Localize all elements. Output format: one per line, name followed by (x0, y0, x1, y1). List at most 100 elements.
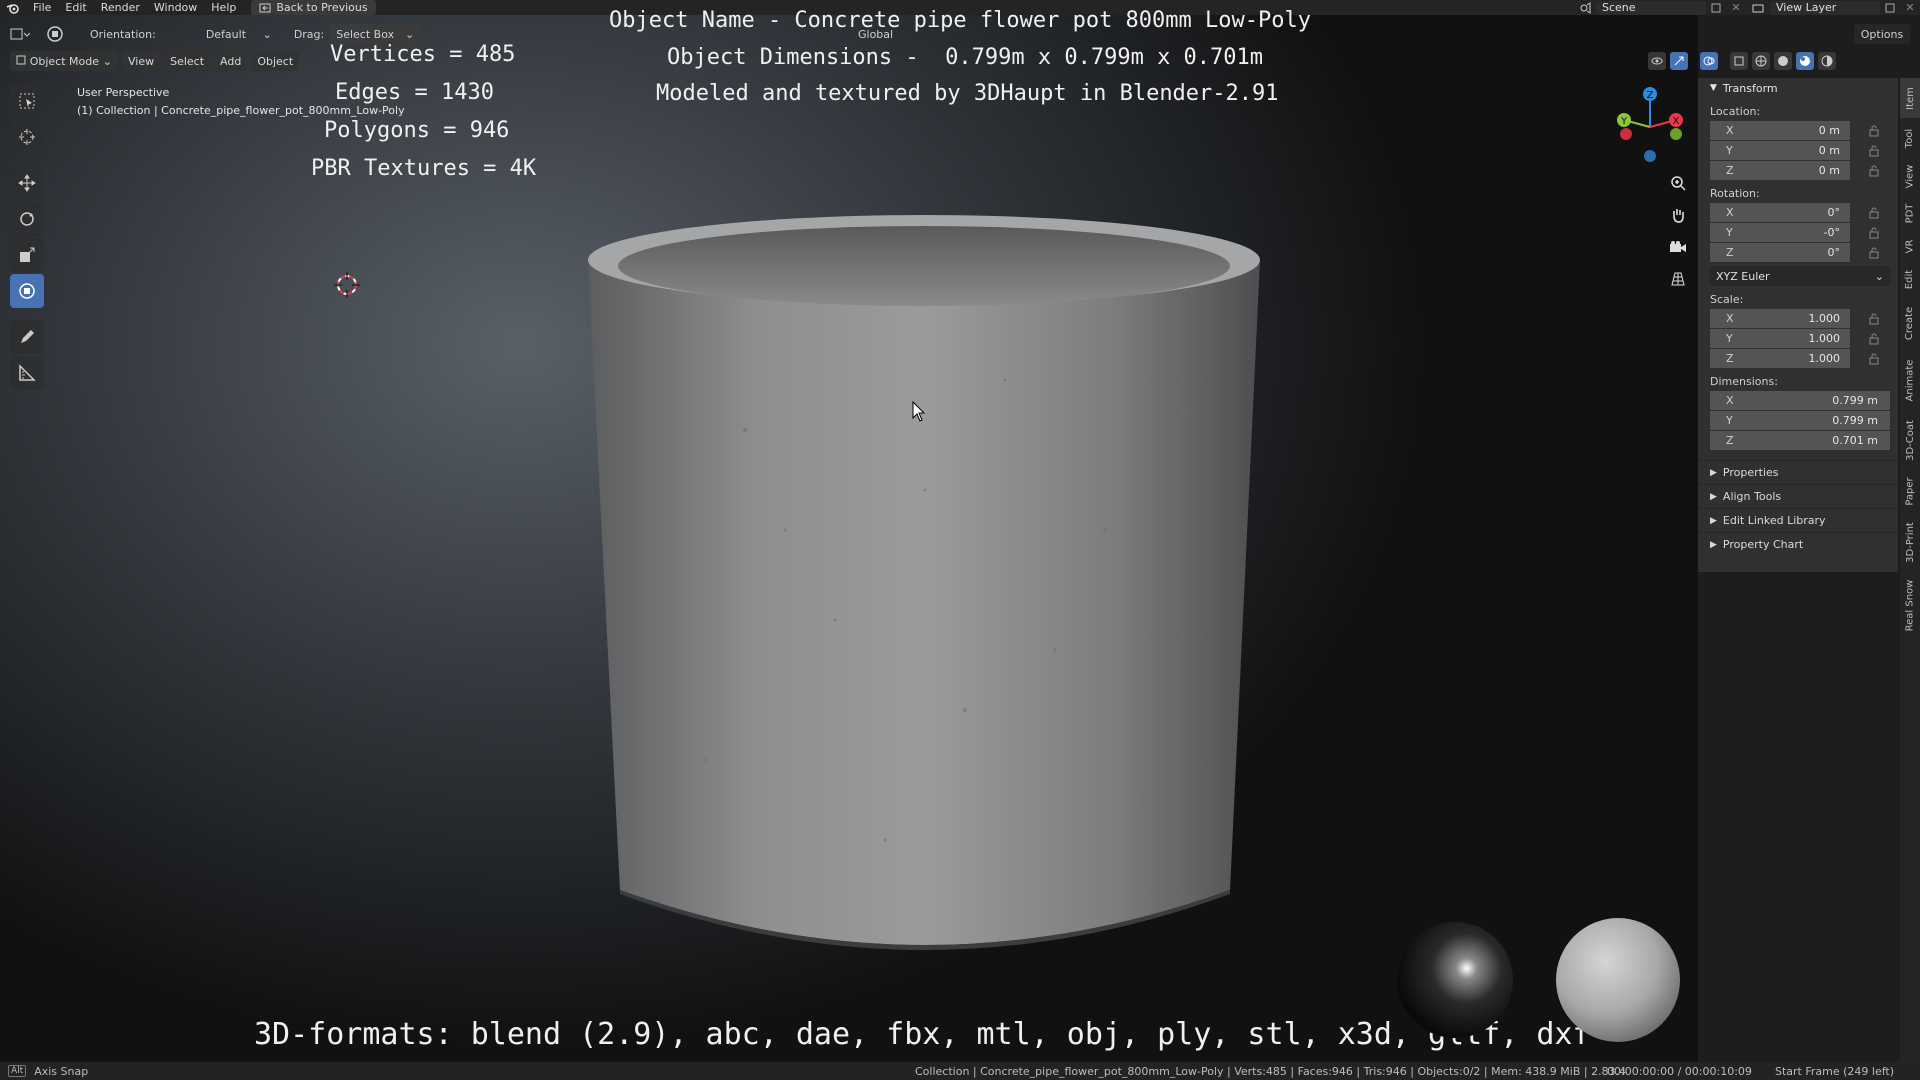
tab-edit[interactable]: Edit (1900, 262, 1920, 296)
measure-tool[interactable] (10, 356, 44, 390)
xray-toggle-icon[interactable] (1730, 52, 1748, 70)
annotate-tool[interactable] (10, 320, 44, 354)
menu-help[interactable]: Help (204, 1, 243, 14)
rotation-z-field[interactable]: Z 0° (1710, 242, 1879, 262)
scale-tool[interactable] (10, 238, 44, 272)
drag-dropdown[interactable]: Select Box ⌄ (330, 24, 421, 44)
material-preview-icon[interactable] (1796, 52, 1814, 70)
tab-create[interactable]: Create (1900, 298, 1920, 348)
tab-animate[interactable]: Animate (1900, 350, 1920, 410)
dimension-y-field[interactable]: Y 0.799 m (1710, 410, 1890, 430)
back-to-previous-button[interactable]: Back to Previous (251, 0, 376, 15)
lock-icon[interactable] (1868, 353, 1880, 365)
location-y-field[interactable]: Y 0 m (1710, 140, 1879, 160)
lock-icon[interactable] (1868, 227, 1880, 239)
cursor-tool[interactable] (10, 120, 44, 154)
close-view-layer-icon[interactable]: ✕ (1900, 1, 1920, 14)
menu-window[interactable]: Window (147, 1, 204, 14)
gizmo-neg-y[interactable] (1670, 128, 1682, 140)
add-menu-label: Add (220, 54, 242, 68)
scene-field[interactable]: Scene (1596, 0, 1706, 15)
gizmo-y-axis[interactable]: Y (1617, 113, 1631, 127)
active-tool-icon[interactable] (40, 25, 70, 43)
rotate-tool[interactable] (10, 202, 44, 236)
flower-pot-object[interactable] (585, 200, 1265, 980)
select-box-tool[interactable] (10, 84, 44, 118)
lock-icon[interactable] (1868, 247, 1880, 259)
menu-edit[interactable]: Edit (58, 1, 93, 14)
gizmo-z-axis[interactable]: Z (1643, 87, 1657, 101)
view-layer-icon[interactable] (1746, 3, 1770, 13)
tab-vr[interactable]: VR (1900, 232, 1920, 260)
transform-panel-header[interactable]: ▼ Transform (1698, 78, 1898, 98)
transform-tool[interactable] (10, 274, 44, 308)
gizmo-toggle-icon[interactable] (1670, 52, 1688, 70)
tab-3d-print[interactable]: 3D-Print (1900, 514, 1920, 570)
ortho-grid-icon[interactable] (1665, 266, 1691, 292)
gizmo-x-axis[interactable]: X (1669, 113, 1683, 127)
edit-linked-library-panel-header[interactable]: ▶ Edit Linked Library (1698, 508, 1898, 532)
tab-real-snow[interactable]: Real Snow (1900, 572, 1920, 638)
scene-icon[interactable] (1574, 1, 1596, 14)
lock-icon[interactable] (1868, 145, 1880, 157)
scale-y-field[interactable]: Y 1.000 (1710, 328, 1879, 348)
rotation-y-field[interactable]: Y -0° (1710, 222, 1879, 242)
pan-hand-icon[interactable] (1665, 202, 1691, 228)
align-tools-panel-header[interactable]: ▶ Align Tools (1698, 484, 1898, 508)
3d-cursor-icon[interactable] (332, 270, 362, 300)
rotation-mode-dropdown[interactable]: XYZ Euler ⌄ (1710, 266, 1890, 286)
new-view-layer-icon[interactable] (1880, 3, 1900, 13)
editor-type-icon[interactable] (0, 27, 40, 41)
close-scene-icon[interactable]: ✕ (1726, 1, 1746, 14)
scale-z-field[interactable]: Z 1.000 (1710, 348, 1879, 368)
overlay-toggle-icon[interactable] (1700, 52, 1718, 70)
new-scene-icon[interactable] (1706, 3, 1726, 13)
lock-icon[interactable] (1868, 207, 1880, 219)
blender-logo-icon[interactable] (0, 2, 26, 14)
rotation-x-field[interactable]: X 0° (1710, 202, 1879, 222)
lock-icon[interactable] (1868, 313, 1880, 325)
tab-pdt[interactable]: PDT (1900, 196, 1920, 230)
menu-file[interactable]: File (26, 1, 58, 14)
dimension-x-field[interactable]: X 0.799 m (1710, 390, 1890, 410)
property-chart-panel-header[interactable]: ▶ Property Chart (1698, 532, 1898, 556)
solid-shading-icon[interactable] (1774, 52, 1792, 70)
scale-icon (20, 247, 35, 262)
view-menu[interactable]: View (122, 51, 161, 71)
add-menu[interactable]: Add (214, 51, 248, 71)
gizmo-neg-z[interactable] (1644, 150, 1656, 162)
lock-icon[interactable] (1868, 125, 1880, 137)
camera-view-icon[interactable] (1665, 234, 1691, 260)
navigation-gizmo[interactable]: Z X Y (1612, 82, 1688, 168)
properties-panel-header[interactable]: ▶ Properties (1698, 460, 1898, 484)
zoom-icon[interactable] (1665, 170, 1691, 196)
tab-tool[interactable]: Tool (1900, 120, 1920, 156)
rendered-shading-icon[interactable] (1818, 52, 1836, 70)
select-menu[interactable]: Select (164, 51, 211, 71)
scale-x-field[interactable]: X 1.000 (1710, 308, 1879, 328)
wireframe-shading-icon[interactable] (1752, 52, 1770, 70)
options-dropdown[interactable]: Options (1854, 24, 1910, 44)
object-menu[interactable]: Object (251, 51, 300, 71)
visibility-icon[interactable] (1648, 52, 1666, 70)
tab-paper[interactable]: Paper (1900, 470, 1920, 512)
dimension-z-value: 0.701 m (1832, 434, 1878, 447)
location-z-field[interactable]: Z 0 m (1710, 160, 1879, 180)
property-chart-title: Property Chart (1722, 538, 1804, 551)
view-layer-field[interactable]: View Layer (1770, 0, 1880, 15)
move-tool[interactable] (10, 166, 44, 200)
tab-3d-coat[interactable]: 3D-Coat (1900, 412, 1920, 468)
edit-linked-library-title: Edit Linked Library (1722, 514, 1826, 527)
lock-icon[interactable] (1868, 165, 1880, 177)
menu-render[interactable]: Render (94, 1, 147, 14)
object-mode-dropdown[interactable]: Object Mode ⌄ (10, 51, 118, 71)
drag-label: Drag: (293, 27, 325, 41)
tab-item[interactable]: Item (1900, 78, 1920, 118)
orientation-dropdown[interactable]: Default ⌄ (182, 24, 278, 44)
tab-view[interactable]: View (1900, 158, 1920, 194)
gizmo-neg-x[interactable] (1620, 128, 1632, 140)
lock-icon[interactable] (1868, 333, 1880, 345)
location-x-field[interactable]: X 0 m (1710, 120, 1879, 140)
tab-label: 3D-Print (1904, 521, 1916, 563)
dimension-z-field[interactable]: Z 0.701 m (1710, 430, 1890, 450)
